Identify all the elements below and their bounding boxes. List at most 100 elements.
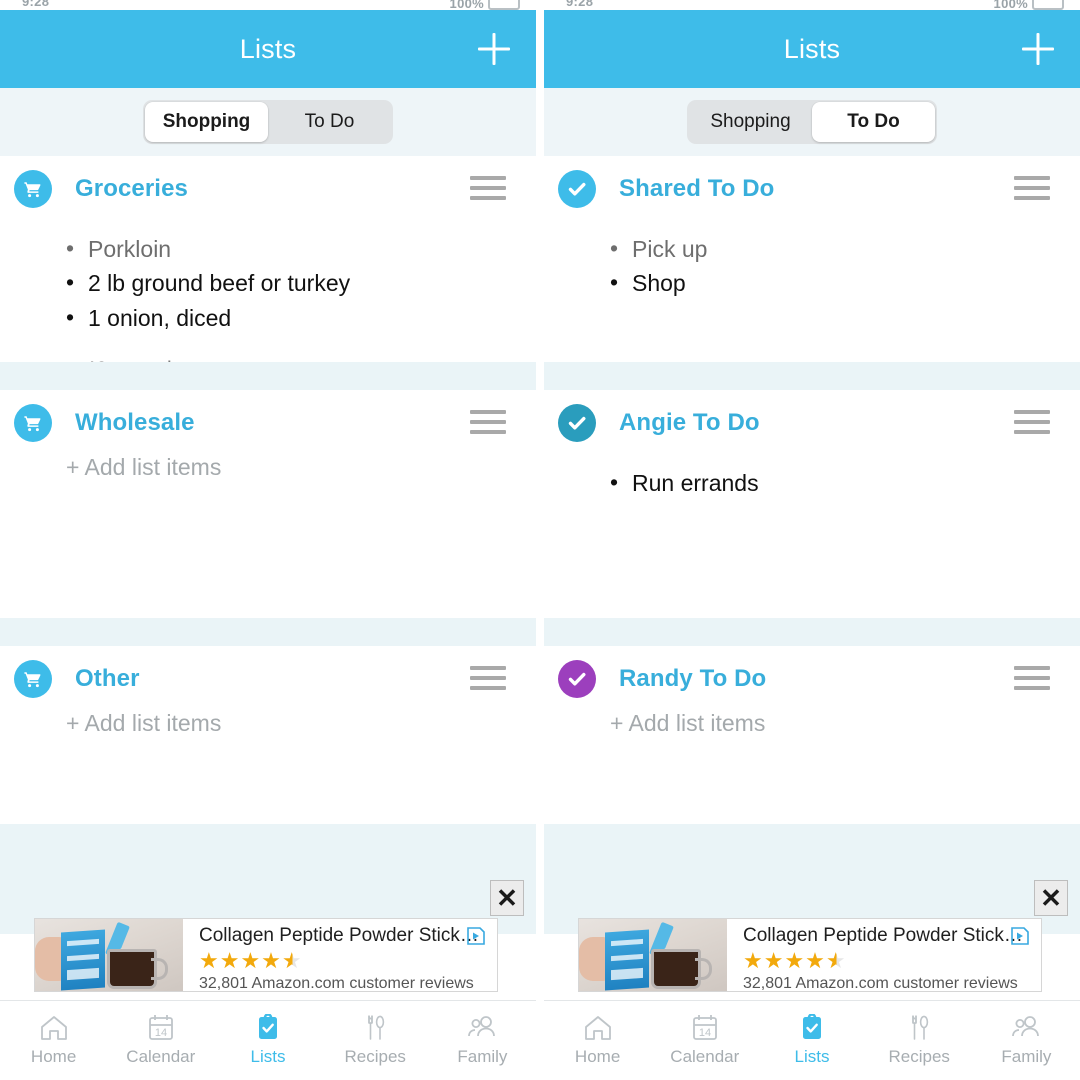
list-card-angie-todo[interactable]: Angie To Do Run errands	[544, 390, 1080, 618]
ad-rating-stars: ★★★★★	[743, 947, 847, 973]
list-title: Angie To Do	[619, 409, 760, 436]
list-items: Run errands	[544, 458, 1080, 500]
svg-text:14: 14	[155, 1027, 167, 1039]
tab-label: Home	[30, 1047, 77, 1066]
ad-container: ✕ Collagen Peptide Powder Stick… ★★★★★ 3…	[544, 880, 1080, 1000]
reorder-handle-icon[interactable]	[470, 666, 506, 692]
tab-shopping[interactable]: Shopping	[145, 102, 268, 142]
list-card-other[interactable]: Other + Add list items	[0, 646, 536, 824]
tab-label: Lists	[250, 1047, 286, 1066]
tab-todo[interactable]: To Do	[812, 102, 935, 142]
tab-home[interactable]: Home	[544, 1001, 651, 1080]
segmented-control-bar: Shopping To Do	[544, 88, 1080, 156]
tab-label: Calendar	[670, 1047, 740, 1066]
reorder-handle-icon[interactable]	[470, 176, 506, 202]
tab-lists[interactable]: Lists	[758, 1001, 865, 1080]
list-card-randy-todo[interactable]: Randy To Do + Add list items	[544, 646, 1080, 824]
tab-label: Family	[1001, 1047, 1052, 1066]
ad-rating-stars: ★★★★★	[199, 947, 303, 973]
add-list-items-button[interactable]: + Add list items	[0, 698, 536, 737]
ad-title: Collagen Peptide Powder Stick…	[199, 926, 479, 946]
check-circle-icon	[558, 660, 596, 698]
section-divider	[0, 362, 536, 390]
status-bar: 9:28 100%	[0, 0, 536, 10]
list-item[interactable]: Porkloin	[66, 231, 536, 266]
list-card-wholesale[interactable]: Wholesale + Add list items	[0, 390, 536, 618]
page-title: Lists	[783, 33, 841, 64]
tab-calendar[interactable]: 14 Calendar	[651, 1001, 758, 1080]
ad-review-count: 32,801 Amazon.com customer reviews	[199, 975, 474, 992]
list-title: Shared To Do	[619, 175, 775, 202]
more-items-label[interactable]: + 40 more items	[0, 351, 536, 362]
ad-thumbnail	[35, 919, 183, 991]
tab-family[interactable]: Family	[973, 1001, 1080, 1080]
close-icon[interactable]: ✕	[490, 880, 524, 916]
list-title: Groceries	[75, 175, 188, 202]
tab-label: Home	[574, 1047, 621, 1066]
list-title: Wholesale	[75, 409, 195, 436]
adchoices-icon[interactable]	[1009, 925, 1031, 947]
adchoices-icon[interactable]	[465, 925, 487, 947]
reorder-handle-icon[interactable]	[1014, 176, 1050, 202]
ad-banner[interactable]: Collagen Peptide Powder Stick… ★★★★★ 32,…	[578, 918, 1042, 992]
tab-family[interactable]: Family	[429, 1001, 536, 1080]
reorder-handle-icon[interactable]	[1014, 410, 1050, 436]
list-title: Randy To Do	[619, 665, 767, 692]
status-bar-time: 9:28	[22, 0, 50, 9]
list-item[interactable]: 2 lb ground beef or turkey	[66, 265, 536, 300]
battery-icon	[1032, 0, 1064, 10]
add-list-button[interactable]	[1018, 29, 1058, 69]
section-divider	[544, 362, 1080, 390]
list-card-shared-todo[interactable]: Shared To Do Pick up Shop	[544, 156, 1080, 362]
list-items: Pick up Shop	[544, 224, 1080, 301]
ad-container: ✕ Collagen Peptide Powder Stick… ★★★★★ 3…	[0, 880, 536, 1000]
page-title: Lists	[239, 33, 297, 64]
lists-area: Shared To Do Pick up Shop Angie To Do	[544, 156, 1080, 934]
tab-recipes[interactable]: Recipes	[322, 1001, 429, 1080]
check-circle-icon	[558, 170, 596, 208]
reorder-handle-icon[interactable]	[470, 410, 506, 436]
card-header: Shared To Do	[544, 156, 1080, 208]
tab-label: Lists	[794, 1047, 830, 1066]
list-item[interactable]: Pick up	[610, 231, 1080, 266]
status-bar: 9:28 100%	[544, 0, 1080, 10]
tab-lists[interactable]: Lists	[214, 1001, 321, 1080]
add-list-button[interactable]	[474, 29, 514, 69]
ad-body: Collagen Peptide Powder Stick… ★★★★★ 32,…	[727, 919, 1041, 991]
tab-shopping[interactable]: Shopping	[689, 102, 812, 142]
status-bar-battery: 100%	[994, 0, 1064, 10]
list-title: Other	[75, 665, 140, 692]
cart-icon	[14, 404, 52, 442]
ad-review-count: 32,801 Amazon.com customer reviews	[743, 975, 1018, 992]
ad-title: Collagen Peptide Powder Stick…	[743, 926, 1023, 946]
tab-recipes[interactable]: Recipes	[866, 1001, 973, 1080]
add-list-items-button[interactable]: + Add list items	[0, 442, 536, 481]
card-header: Wholesale	[0, 390, 536, 442]
ad-body: Collagen Peptide Powder Stick… ★★★★★ 32,…	[183, 919, 497, 991]
list-item[interactable]: Run errands	[610, 465, 1080, 500]
nav-bar: Lists	[0, 10, 536, 88]
cart-icon	[14, 660, 52, 698]
tab-calendar[interactable]: 14 Calendar	[107, 1001, 214, 1080]
list-card-groceries[interactable]: Groceries Porkloin 2 lb ground beef or t…	[0, 156, 536, 362]
list-item[interactable]: Shop	[610, 265, 1080, 300]
tab-label: Recipes	[344, 1047, 406, 1066]
cart-icon	[14, 170, 52, 208]
tab-todo[interactable]: To Do	[268, 102, 391, 142]
card-header: Groceries	[0, 156, 536, 208]
panel-divider	[536, 0, 544, 1080]
nav-bar: Lists	[544, 10, 1080, 88]
ad-thumbnail	[579, 919, 727, 991]
list-item[interactable]: 1 onion, diced	[66, 300, 536, 335]
tab-label: Recipes	[888, 1047, 950, 1066]
dual-panel-screenshot: 9:28 100% Lists Shopping To Do Groceries	[0, 0, 1080, 1080]
close-icon[interactable]: ✕	[1034, 880, 1068, 916]
tab-home[interactable]: Home	[0, 1001, 107, 1080]
tab-label: Family	[457, 1047, 508, 1066]
battery-icon	[488, 0, 520, 10]
add-list-items-button[interactable]: + Add list items	[544, 698, 1080, 737]
ad-banner[interactable]: Collagen Peptide Powder Stick… ★★★★★ 32,…	[34, 918, 498, 992]
reorder-handle-icon[interactable]	[1014, 666, 1050, 692]
segmented-control: Shopping To Do	[143, 100, 393, 144]
card-header: Angie To Do	[544, 390, 1080, 442]
